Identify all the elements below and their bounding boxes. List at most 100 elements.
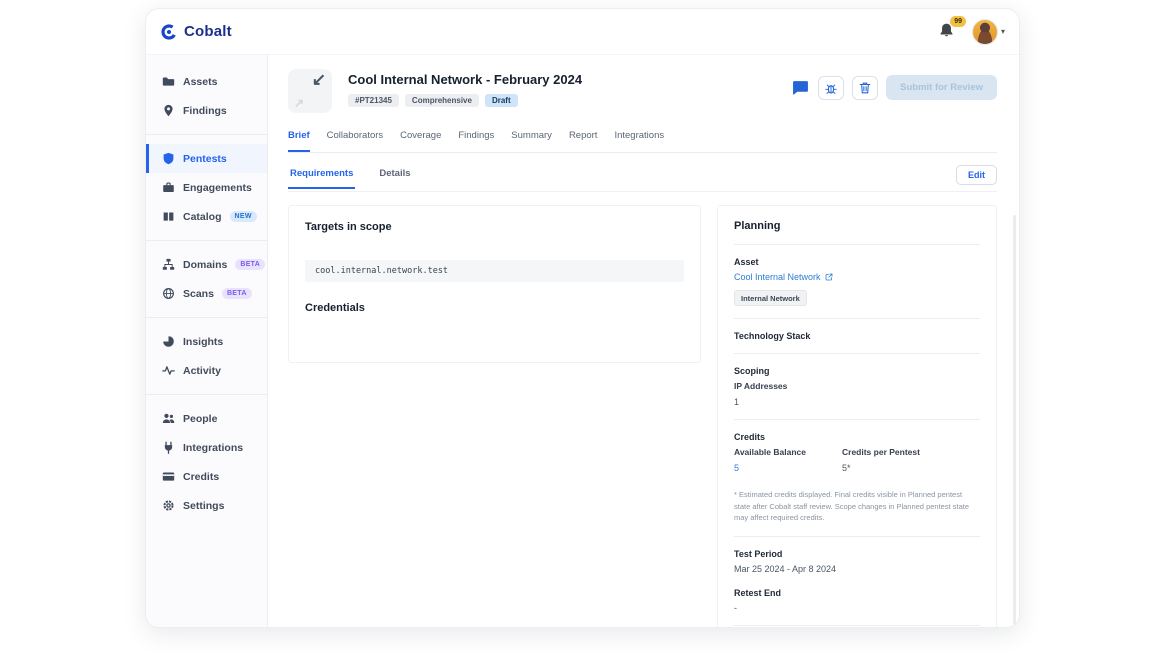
activity-icon — [162, 364, 175, 377]
subtab-details[interactable]: Details — [377, 168, 412, 189]
sidebar-item-scans[interactable]: Scans BETA — [146, 279, 267, 308]
credits-per-pentest-value: 5* — [842, 463, 920, 473]
available-balance-label: Available Balance — [734, 447, 842, 457]
cobalt-logo-icon — [160, 23, 178, 41]
sidebar-label: Settings — [183, 500, 224, 512]
tab-report[interactable]: Report — [569, 130, 598, 152]
tab-collaborators[interactable]: Collaborators — [327, 130, 384, 152]
logo-text: Cobalt — [184, 23, 232, 40]
tab-findings[interactable]: Findings — [458, 130, 494, 152]
sidebar-label: Activity — [183, 365, 221, 377]
planning-heading: Planning — [734, 220, 980, 232]
sidebar-item-assets[interactable]: Assets — [146, 67, 267, 96]
tab-brief[interactable]: Brief — [288, 130, 310, 152]
brief-panel: Targets in scope cool.internal.network.t… — [288, 205, 701, 363]
credits-label: Credits — [734, 432, 980, 442]
tab-bar: Brief Collaborators Coverage Findings Su… — [288, 130, 997, 153]
new-badge: NEW — [230, 211, 257, 222]
plug-icon — [162, 441, 175, 454]
tech-stack-label: Technology Stack — [734, 331, 980, 341]
sidebar-item-catalog[interactable]: Catalog NEW — [146, 202, 267, 231]
ip-addresses-label: IP Addresses — [734, 381, 980, 391]
notifications-button[interactable]: 99 — [938, 22, 958, 42]
pentest-type-badge: Comprehensive — [405, 94, 479, 107]
user-menu[interactable]: ▾ — [972, 19, 1005, 45]
pie-icon — [162, 335, 175, 348]
topbar: Cobalt 99 ▾ — [146, 9, 1019, 55]
sidebar-item-pentests[interactable]: Pentests — [146, 144, 267, 173]
submit-for-review-button[interactable]: Submit for Review — [886, 75, 997, 100]
sidebar-label: Engagements — [183, 182, 252, 194]
credits-note: * Estimated credits displayed. Final cre… — [734, 489, 980, 524]
status-badge: Draft — [485, 94, 518, 107]
asset-link-text: Cool Internal Network — [734, 272, 821, 282]
report-bug-button[interactable] — [818, 76, 844, 100]
comments-button[interactable] — [790, 78, 810, 98]
beta-badge: BETA — [235, 259, 265, 270]
chevron-down-icon: ▾ — [1001, 27, 1005, 36]
sidebar-item-engagements[interactable]: Engagements — [146, 173, 267, 202]
available-balance-value: 5 — [734, 463, 842, 473]
sidebar-item-settings[interactable]: Settings — [146, 491, 267, 520]
cobalt-logo[interactable]: Cobalt — [160, 23, 232, 41]
sidebar-label: Catalog — [183, 211, 222, 223]
ip-addresses-value: 1 — [734, 397, 980, 407]
divider — [734, 244, 980, 245]
tab-integrations[interactable]: Integrations — [614, 130, 664, 152]
chat-icon — [792, 79, 809, 96]
shield-icon — [162, 152, 175, 165]
globe-icon — [162, 287, 175, 300]
sidebar-item-integrations[interactable]: Integrations — [146, 433, 267, 462]
trash-icon — [858, 81, 872, 95]
pentest-id-badge: #PT21345 — [348, 94, 399, 107]
sidebar-divider — [146, 134, 267, 135]
sitemap-icon — [162, 258, 175, 271]
sidebar-item-findings[interactable]: Findings — [146, 96, 267, 125]
sidebar-label: Scans — [183, 288, 214, 300]
scrollbar[interactable] — [1013, 215, 1016, 627]
sidebar-label: Domains — [183, 259, 227, 271]
folder-icon — [162, 75, 175, 88]
divider — [734, 536, 980, 537]
divider — [734, 419, 980, 420]
scoping-label: Scoping — [734, 366, 980, 376]
pentest-header: ↙ ↗ Cool Internal Network - February 202… — [288, 69, 997, 113]
sidebar-label: People — [183, 413, 217, 425]
subtab-requirements[interactable]: Requirements — [288, 168, 355, 189]
beta-badge: BETA — [222, 288, 252, 299]
sidebar-label: Credits — [183, 471, 219, 483]
test-period-value: Mar 25 2024 - Apr 8 2024 — [734, 564, 980, 574]
divider — [734, 353, 980, 354]
tab-coverage[interactable]: Coverage — [400, 130, 441, 152]
sidebar-item-activity[interactable]: Activity — [146, 356, 267, 385]
pentest-type-icon: ↙ ↗ — [288, 69, 332, 113]
sidebar: Assets Findings Pentests Engagements Cat… — [146, 55, 268, 627]
delete-button[interactable] — [852, 76, 878, 100]
planning-panel: Planning Asset Cool Internal Network Int… — [717, 205, 997, 627]
asset-label: Asset — [734, 257, 980, 267]
pin-icon — [162, 104, 175, 117]
sidebar-label: Assets — [183, 76, 217, 88]
sidebar-divider — [146, 317, 267, 318]
sidebar-item-domains[interactable]: Domains BETA — [146, 250, 267, 279]
briefcase-icon — [162, 181, 175, 194]
edit-button[interactable]: Edit — [956, 165, 997, 185]
test-period-label: Test Period — [734, 549, 980, 559]
divider — [734, 318, 980, 319]
asset-link[interactable]: Cool Internal Network — [734, 272, 980, 282]
sidebar-item-credits[interactable]: Credits — [146, 462, 267, 491]
sidebar-item-insights[interactable]: Insights — [146, 327, 267, 356]
divider — [734, 625, 980, 626]
sidebar-divider — [146, 394, 267, 395]
arrow-up-right-icon: ↗ — [294, 96, 304, 110]
asset-type-tag: Internal Network — [734, 290, 807, 306]
users-icon — [162, 412, 175, 425]
tab-summary[interactable]: Summary — [511, 130, 552, 152]
credentials-heading: Credentials — [305, 302, 684, 314]
page-title: Cool Internal Network - February 2024 — [348, 72, 582, 87]
target-row[interactable]: cool.internal.network.test — [305, 260, 684, 282]
retest-end-label: Retest End — [734, 588, 980, 598]
sidebar-item-people[interactable]: People — [146, 404, 267, 433]
card-icon — [162, 470, 175, 483]
targets-heading: Targets in scope — [305, 221, 684, 233]
